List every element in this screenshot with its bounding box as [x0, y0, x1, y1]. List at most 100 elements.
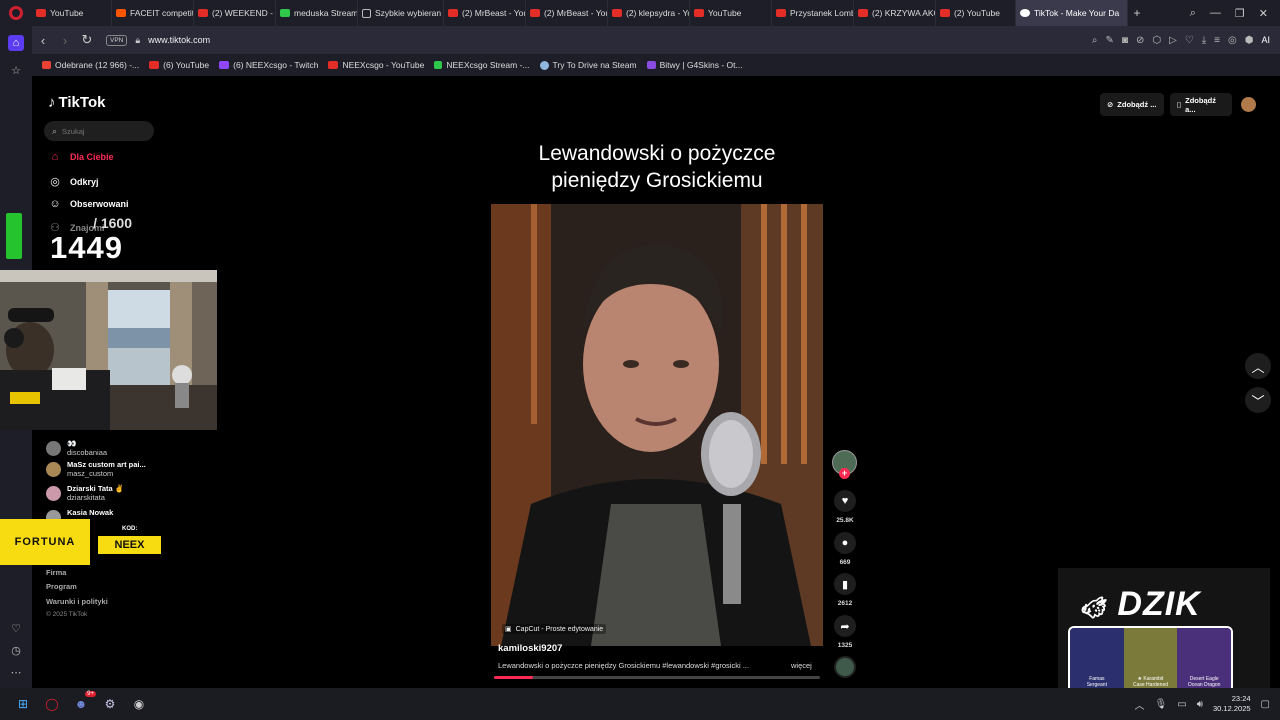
save-button[interactable]: ▮ 2612 — [833, 573, 857, 607]
tab[interactable]: (2) YouTube — [936, 0, 1016, 26]
bookmark[interactable]: Odebrane (12 966) -... — [42, 60, 139, 70]
tab[interactable]: (2) MrBeast - You — [444, 0, 526, 26]
home-icon[interactable]: ⌂ — [8, 35, 24, 51]
adblock-icon[interactable]: ⊘ — [1136, 35, 1144, 46]
maximize-icon[interactable]: ❐ — [1235, 7, 1245, 20]
heart-icon[interactable]: ♡ — [8, 620, 24, 636]
browser-tab-bar: YouTube FACEIT competiti (2) WEEKEND - H… — [0, 0, 1280, 26]
bookmark[interactable]: NEEXcsgo - YouTube — [328, 60, 424, 70]
previous-video-button[interactable]: ︿ — [1245, 353, 1271, 379]
discord-icon[interactable]: ☻ 9+ — [70, 691, 96, 715]
share-button[interactable]: ➦ 1325 — [833, 615, 857, 649]
following-account[interactable]: Dziarski Tata ✌️ dziarskitata — [46, 484, 124, 502]
profile-avatar[interactable] — [1241, 97, 1256, 112]
video-author[interactable]: kamiloski9207 — [498, 643, 562, 654]
counter-current: 1449 — [50, 230, 123, 265]
next-video-button[interactable]: ﹀ — [1245, 387, 1271, 413]
get-app-button[interactable]: ▯ Zdobądź a... — [1170, 93, 1232, 116]
camera-icon[interactable]: ◙ — [1122, 35, 1128, 46]
tab[interactable]: YouTube — [690, 0, 772, 26]
play-icon[interactable]: ▷ — [1169, 35, 1177, 46]
windows-start-icon[interactable]: ⊞ — [12, 693, 34, 715]
menu-icon[interactable]: ≡ — [1214, 35, 1220, 46]
obs-icon[interactable]: ◉ — [128, 693, 150, 715]
comment-button[interactable]: ● 669 — [833, 532, 857, 566]
more-button[interactable]: więcej — [791, 661, 812, 670]
cube-icon[interactable]: ⬢ — [1245, 35, 1254, 46]
skin-card: ★ Karambit Case Hardened — [1123, 628, 1178, 692]
tab[interactable]: (2) MrBeast - You — [526, 0, 608, 26]
nav-label: Odkryj — [70, 176, 99, 187]
youtube-icon — [198, 9, 208, 17]
tab-label: Szybkie wybieran — [375, 8, 442, 18]
reload-icon[interactable]: ↻ — [76, 32, 98, 48]
chevron-up-icon[interactable]: ︿ — [1135, 697, 1145, 712]
notifications-icon[interactable]: ▢ — [1261, 699, 1270, 710]
bookmark[interactable]: (6) NEEXcsgo - Twitch — [219, 60, 318, 70]
tiktok-logo[interactable]: ♪ TikTok — [48, 94, 105, 111]
video-progress-bar[interactable] — [494, 676, 820, 679]
vpn-badge[interactable]: VPN — [106, 34, 128, 46]
new-tab-icon[interactable]: + — [1128, 6, 1146, 20]
lock-icon[interactable]: 🔒︎ — [135, 35, 140, 46]
capcut-label[interactable]: ▣ CapCut - Proste edytowanie — [502, 624, 607, 634]
bookmark[interactable]: Bitwy | G4Skins - Ot... — [646, 60, 743, 70]
search-icon[interactable]: ⌕ — [1092, 35, 1098, 46]
avatar — [46, 441, 61, 456]
tab[interactable]: YouTube — [32, 0, 112, 26]
account-icon[interactable]: ◎ — [1228, 35, 1237, 46]
footer-program-link[interactable]: Program — [46, 582, 77, 591]
get-coins-button[interactable]: ⊘ Zdobądź ... — [1100, 93, 1164, 116]
like-button[interactable]: ♥ 25.8K — [833, 490, 857, 524]
nav-explore[interactable]: ◎ Odkryj — [48, 175, 99, 188]
forward-icon[interactable]: › — [54, 33, 76, 48]
bookmark-label: Odebrane (12 966) -... — [55, 60, 140, 70]
counter-total: / 1600 — [93, 215, 132, 231]
tab[interactable]: (2) KRZYWA AKC — [854, 0, 936, 26]
steam-icon[interactable]: ⚙ — [99, 693, 121, 715]
window-controls: ⌕ — ❐ ✕ — [1190, 7, 1280, 20]
search-input[interactable] — [62, 126, 143, 136]
following-account[interactable]: MaSz custom art pai... masz_custom — [46, 460, 146, 478]
opera-logo-icon[interactable] — [0, 0, 32, 26]
opera-icon[interactable]: ◯ — [41, 693, 63, 715]
download-icon[interactable]: ⤓ — [1202, 35, 1206, 46]
search-box[interactable]: ⌕ — [44, 121, 154, 141]
history-icon[interactable]: ◷ — [8, 642, 24, 658]
footer-company-link[interactable]: Firma — [46, 568, 66, 577]
youtube-icon — [612, 9, 622, 17]
bookmark[interactable]: (6) YouTube — [149, 60, 209, 70]
tab[interactable]: (2) klepsydra - Yo — [608, 0, 690, 26]
url-field[interactable]: www.tiktok.com — [148, 35, 210, 45]
tab[interactable]: (2) WEEKEND - H — [194, 0, 276, 26]
music-disc-icon[interactable] — [834, 656, 856, 678]
more-icon[interactable]: ⋯ — [8, 664, 24, 680]
volume-icon[interactable]: 🔊︎ — [1197, 699, 1203, 710]
tab[interactable]: Szybkie wybieran — [358, 0, 444, 26]
extension-icon[interactable]: ⬡ — [1152, 35, 1161, 46]
mic-icon[interactable]: 🎙︎ — [1155, 699, 1168, 710]
clock[interactable]: 23:24 30.12.2025 — [1213, 694, 1251, 714]
tab[interactable]: Przystanek Lomb — [772, 0, 854, 26]
bookmark[interactable]: NEEXcsgo Stream -... — [434, 60, 530, 70]
follow-plus-icon[interactable]: + — [839, 468, 850, 479]
heart-icon[interactable]: ♡ — [1185, 35, 1194, 46]
tab[interactable]: meduska Stream — [276, 0, 358, 26]
ai-button[interactable]: AI — [1261, 35, 1270, 46]
minimize-icon[interactable]: — — [1210, 7, 1221, 20]
tab[interactable]: FACEIT competiti — [112, 0, 194, 26]
edit-icon[interactable]: ✎ — [1106, 35, 1114, 46]
bookmark[interactable]: Try To Drive na Steam — [539, 60, 637, 70]
footer-terms-link[interactable]: Warunki i polityki — [46, 597, 108, 606]
close-icon[interactable]: ✕ — [1259, 7, 1268, 20]
search-tabs-icon[interactable]: ⌕ — [1190, 7, 1196, 20]
youtube-icon — [36, 9, 46, 17]
back-icon[interactable]: ‹ — [32, 33, 54, 48]
nav-following[interactable]: ☺ Obserwowani — [48, 198, 128, 210]
nav-for-you[interactable]: ⌂ Dla Ciebie — [48, 151, 114, 163]
video-player[interactable] — [491, 204, 823, 646]
network-icon[interactable]: ▭ — [1177, 699, 1186, 710]
tab-active[interactable]: TikTok - Make Your Da — [1016, 0, 1128, 26]
following-account[interactable]: 👀 discobaniaa — [46, 439, 107, 457]
star-icon[interactable]: ☆ — [8, 62, 24, 78]
